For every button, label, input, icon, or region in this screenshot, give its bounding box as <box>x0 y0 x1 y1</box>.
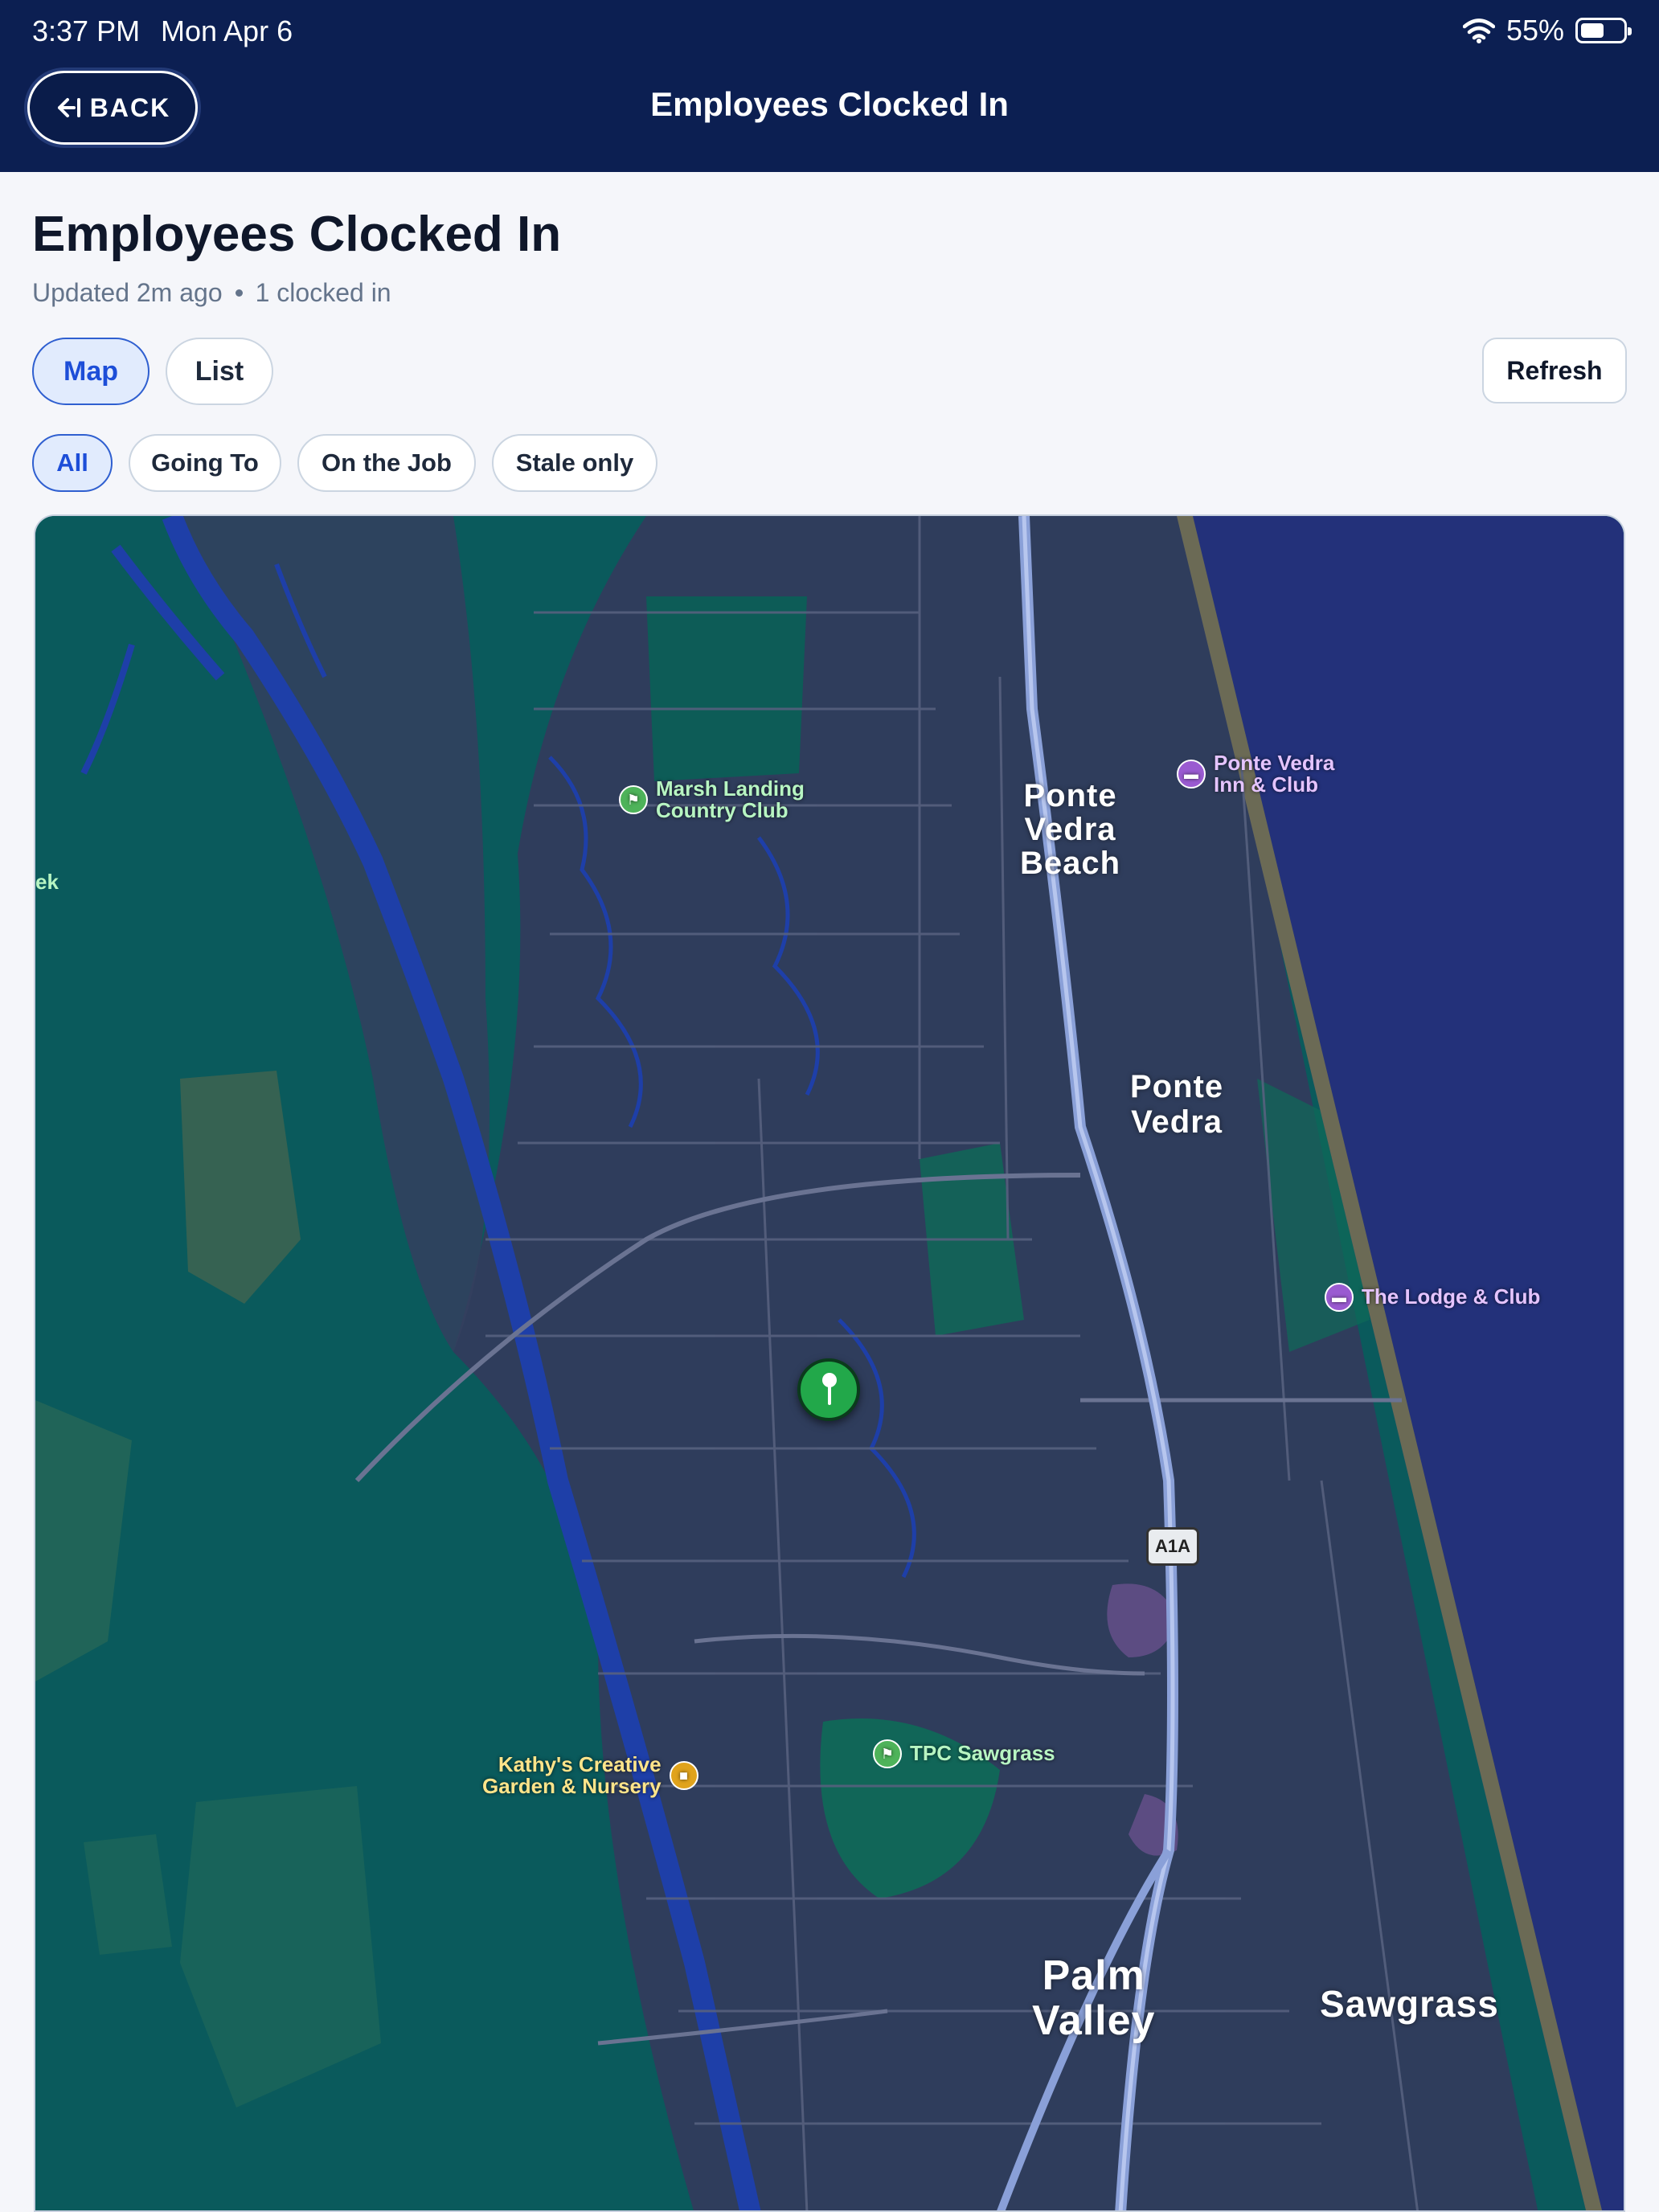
page-title: Employees Clocked In <box>32 207 562 262</box>
status-time: 3:37 PM <box>32 14 141 47</box>
clocked-count: 1 clocked in <box>255 278 391 307</box>
poi-kathys-garden[interactable]: Kathy's Creative Garden & Nursery ■ <box>482 1753 698 1798</box>
refresh-button[interactable]: Refresh <box>1482 338 1627 403</box>
battery-percent: 55% <box>1505 14 1564 47</box>
filter-on-the-job[interactable]: On the Job <box>297 434 476 492</box>
updated-text: Updated 2m ago <box>32 278 223 307</box>
poi-ponte-vedra-inn[interactable]: ▬ Ponte Vedra Inn & Club <box>1177 752 1334 797</box>
tab-list[interactable]: List <box>166 338 273 405</box>
map-edge-label: ek <box>35 870 59 894</box>
map-view[interactable]: ek Ponte Vedra Beach Ponte Vedra Palm Va… <box>34 514 1625 2212</box>
golf-flag-icon: ⚑ <box>619 785 648 815</box>
filter-going-to[interactable]: Going To <box>129 434 281 492</box>
poi-marsh-landing[interactable]: ⚑ Marsh Landing Country Club <box>619 777 805 822</box>
update-meta: Updated 2m ago 1 clocked in <box>32 278 391 308</box>
battery-fill <box>1581 23 1604 38</box>
filter-stale-only[interactable]: Stale only <box>492 434 657 492</box>
top-bar: 3:37 PM Mon Apr 6 55% BACK Employees Clo… <box>0 0 1659 172</box>
nav-title: Employees Clocked In <box>650 85 1009 123</box>
battery-icon <box>1575 18 1632 43</box>
filter-all[interactable]: All <box>32 434 113 492</box>
briefcase-icon: ■ <box>669 1761 698 1791</box>
bed-icon: ▬ <box>1325 1283 1354 1312</box>
status-right: 55% <box>1462 13 1632 48</box>
employee-location-pin[interactable] <box>797 1358 860 1421</box>
wifi-icon <box>1462 18 1495 43</box>
bed-icon: ▬ <box>1177 760 1206 789</box>
poi-tpc-sawgrass[interactable]: ⚑ TPC Sawgrass <box>873 1739 1055 1768</box>
golf-flag-icon: ⚑ <box>873 1739 902 1768</box>
separator-dot <box>235 289 243 297</box>
poi-lodge-and-club[interactable]: ▬ The Lodge & Club <box>1325 1283 1540 1312</box>
tab-map[interactable]: Map <box>32 338 150 405</box>
highway-shield: A1A <box>1146 1527 1199 1566</box>
status-date: Mon Apr 6 <box>161 14 293 47</box>
